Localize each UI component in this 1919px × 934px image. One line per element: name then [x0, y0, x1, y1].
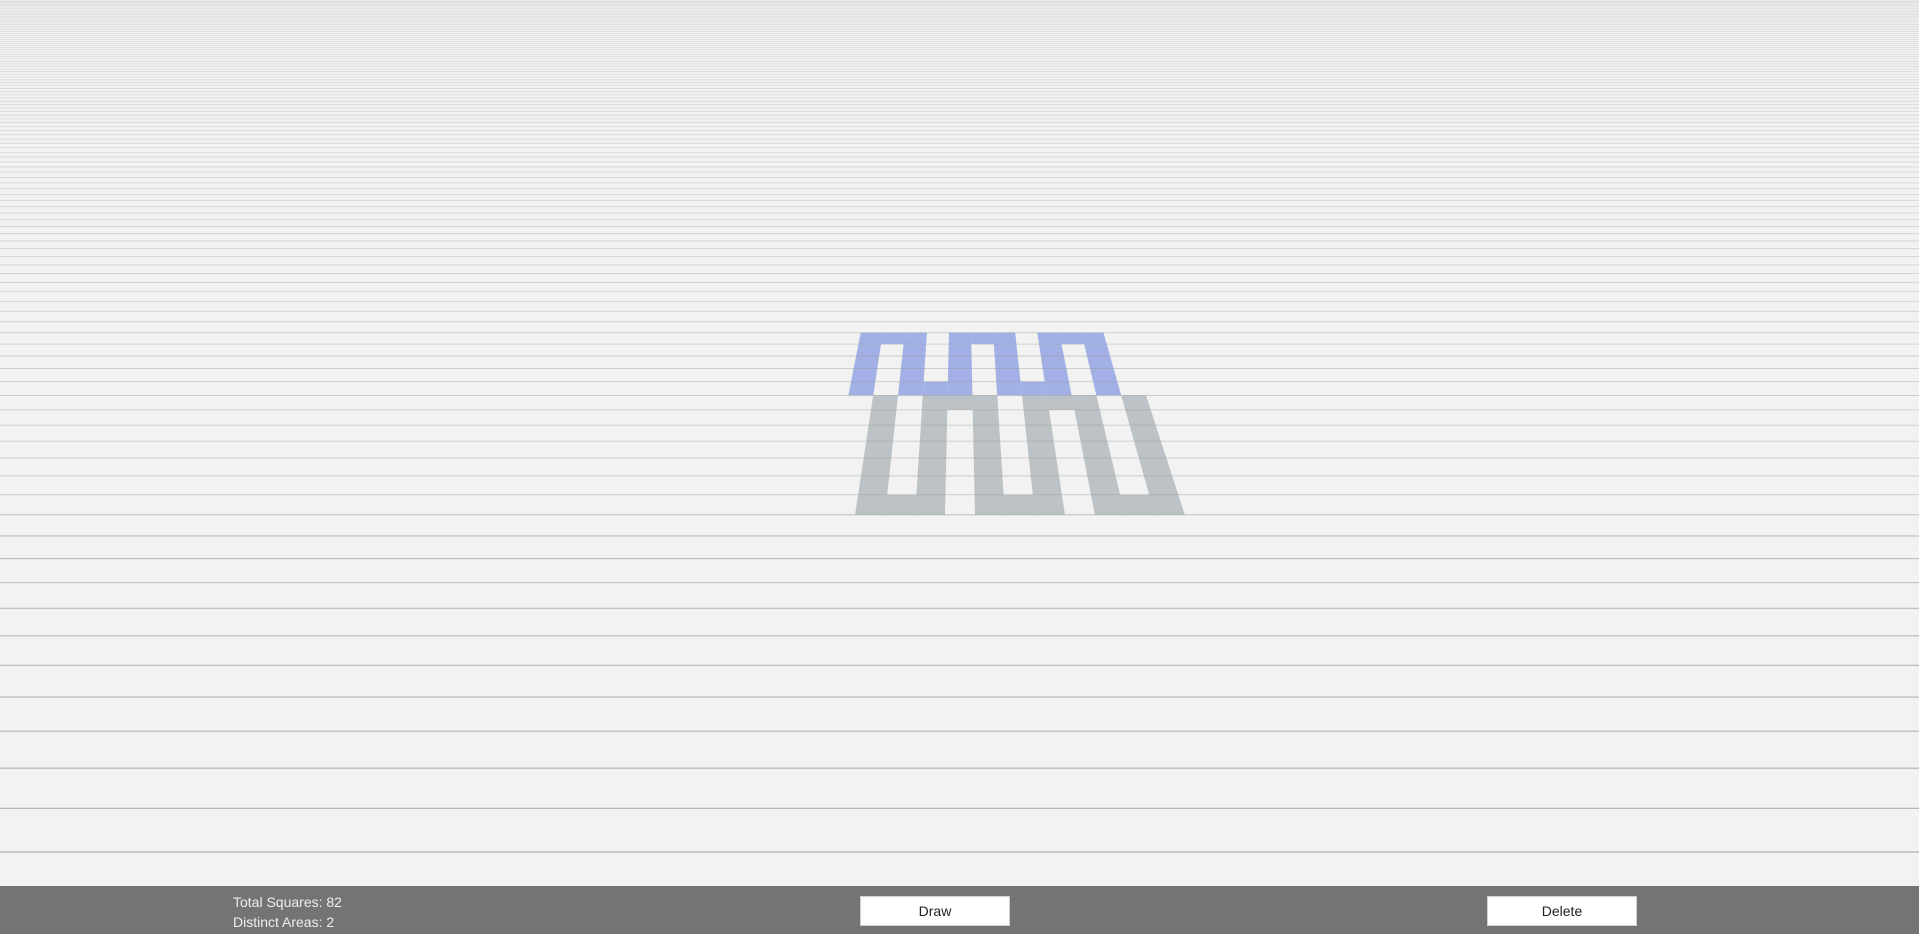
grid-cell[interactable]: [903, 332, 927, 345]
grid-cell[interactable]: [1090, 494, 1125, 515]
bottom-toolbar: Total Squares: 82 Distinct Areas: 2 Draw…: [0, 886, 1919, 934]
grid-cell[interactable]: [1039, 344, 1064, 357]
grid-cell[interactable]: [974, 494, 1005, 515]
grid-cell[interactable]: [1046, 395, 1075, 410]
grid-cell[interactable]: [919, 425, 947, 442]
grid-cell[interactable]: [917, 458, 947, 476]
grid-cell[interactable]: [994, 356, 1020, 369]
grid-cell[interactable]: [1020, 381, 1047, 396]
perspective-grid-canvas[interactable]: [0, 0, 1919, 886]
grid-cell[interactable]: [973, 425, 1001, 442]
grid-cell[interactable]: [1077, 425, 1108, 442]
grid-cell[interactable]: [1125, 409, 1156, 426]
stats-panel: Total Squares: 82 Distinct Areas: 2: [233, 892, 342, 932]
grid-cell[interactable]: [1121, 395, 1151, 410]
grid-cell[interactable]: [900, 356, 926, 369]
grid-cell[interactable]: [1093, 381, 1122, 396]
distinct-areas-text: Distinct Areas: 2: [233, 914, 335, 930]
grid-cell[interactable]: [902, 344, 927, 357]
grid-cell[interactable]: [1022, 395, 1049, 410]
grid-cell[interactable]: [993, 332, 1017, 345]
grid-cell[interactable]: [860, 458, 892, 476]
grid-cell[interactable]: [971, 332, 994, 345]
grid-cell[interactable]: [855, 494, 888, 515]
grid-viewport[interactable]: [0, 0, 1919, 886]
grid-cell[interactable]: [1025, 425, 1054, 442]
total-squares-text: Total Squares: 82: [233, 894, 342, 910]
grid-cell[interactable]: [947, 381, 973, 396]
grid-cell[interactable]: [1083, 458, 1116, 476]
total-squares-stat: Total Squares: 82: [233, 892, 342, 912]
grid-cell[interactable]: [1040, 356, 1067, 369]
grid-cell[interactable]: [1044, 381, 1072, 396]
grid-cell[interactable]: [993, 344, 1018, 357]
grid-cell[interactable]: [1030, 475, 1062, 495]
grid-cell[interactable]: [1129, 425, 1161, 442]
grid-cell[interactable]: [973, 458, 1003, 476]
grid-cell[interactable]: [972, 409, 1000, 426]
grid-cell[interactable]: [1138, 458, 1173, 476]
grid-cell[interactable]: [1071, 395, 1100, 410]
grid-cell[interactable]: [848, 381, 876, 396]
grid-cell[interactable]: [880, 332, 905, 345]
grid-cell[interactable]: [1080, 441, 1112, 459]
grid-cell[interactable]: [974, 475, 1004, 495]
grid-cell[interactable]: [856, 344, 881, 357]
grid-cell[interactable]: [885, 494, 917, 515]
grid-cell[interactable]: [1028, 458, 1060, 476]
grid-cell[interactable]: [853, 356, 880, 369]
grid-cell[interactable]: [947, 368, 973, 382]
grid-cell[interactable]: [851, 368, 878, 382]
grid-cell[interactable]: [948, 332, 972, 345]
delete-button[interactable]: Delete: [1487, 896, 1637, 926]
grid-cell[interactable]: [1042, 368, 1069, 382]
grid-cell[interactable]: [1087, 475, 1121, 495]
grid-cell[interactable]: [1026, 441, 1057, 459]
grid-cell[interactable]: [918, 441, 947, 459]
grid-cell[interactable]: [1059, 332, 1085, 345]
grid-cell[interactable]: [948, 356, 972, 369]
distinct-areas-stat: Distinct Areas: 2: [233, 912, 342, 932]
grid-cell[interactable]: [995, 368, 1021, 382]
grid-cell[interactable]: [1037, 332, 1062, 345]
grid-cell[interactable]: [973, 441, 1002, 459]
grid-cell[interactable]: [858, 475, 890, 495]
grid-cell[interactable]: [1086, 356, 1114, 369]
grid-cell[interactable]: [996, 381, 1022, 396]
grid-cell[interactable]: [1023, 409, 1052, 426]
grid-cell[interactable]: [1120, 494, 1155, 515]
grid-cell[interactable]: [866, 425, 895, 442]
grid-cell[interactable]: [863, 441, 894, 459]
grid-cell[interactable]: [1081, 332, 1107, 345]
draw-button[interactable]: Draw: [860, 896, 1010, 926]
grid-cell[interactable]: [915, 494, 946, 515]
grid-cell[interactable]: [871, 395, 898, 410]
grid-background: [0, 0, 1919, 886]
grid-cell[interactable]: [916, 475, 946, 495]
grid-cell[interactable]: [920, 409, 948, 426]
grid-cell[interactable]: [1089, 368, 1118, 382]
grid-cell[interactable]: [898, 381, 924, 396]
grid-cell[interactable]: [858, 332, 883, 345]
grid-cell[interactable]: [1032, 494, 1065, 515]
grid-cell[interactable]: [948, 344, 972, 357]
grid-cell[interactable]: [868, 409, 897, 426]
grid-cell[interactable]: [972, 395, 999, 410]
grid-cell[interactable]: [1074, 409, 1104, 426]
grid-cell[interactable]: [899, 368, 925, 382]
grid-cell[interactable]: [922, 381, 948, 396]
grid-cell[interactable]: [947, 395, 973, 410]
grid-cell[interactable]: [1134, 441, 1167, 459]
grid-cell[interactable]: [921, 395, 948, 410]
grid-cell[interactable]: [1003, 494, 1035, 515]
grid-cell[interactable]: [1084, 344, 1111, 357]
